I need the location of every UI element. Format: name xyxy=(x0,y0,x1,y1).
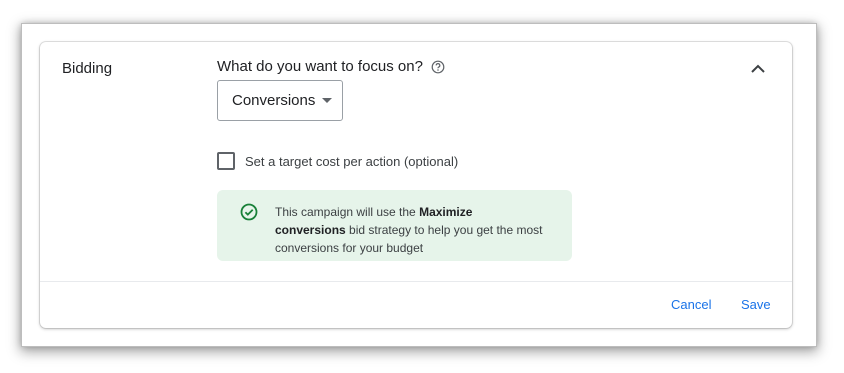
help-circle-icon[interactable] xyxy=(431,60,445,74)
cancel-button[interactable]: Cancel xyxy=(671,297,711,312)
strategy-info-box: This campaign will use the Maximize conv… xyxy=(217,190,572,261)
focus-dropdown[interactable]: Conversions xyxy=(217,80,343,121)
section-title: Bidding xyxy=(62,60,113,77)
strategy-info-text: This campaign will use the Maximize conv… xyxy=(275,203,545,257)
caret-down-icon xyxy=(322,97,333,104)
focus-question-text: What do you want to focus on? xyxy=(217,58,423,75)
footer-divider xyxy=(40,281,792,282)
focus-dropdown-value: Conversions xyxy=(232,92,316,109)
target-cpa-checkbox[interactable] xyxy=(217,152,235,170)
save-button[interactable]: Save xyxy=(741,297,771,312)
target-cpa-row: Set a target cost per action (optional) xyxy=(217,152,458,170)
bidding-card: Bidding What do you want to focus on? Co… xyxy=(40,42,792,328)
chevron-up-icon xyxy=(750,61,766,79)
info-text-before: This campaign will use the xyxy=(275,205,420,219)
target-cpa-label[interactable]: Set a target cost per action (optional) xyxy=(245,154,458,169)
collapse-button[interactable] xyxy=(746,58,770,82)
check-circle-icon xyxy=(240,203,258,226)
focus-question: What do you want to focus on? xyxy=(217,58,445,75)
